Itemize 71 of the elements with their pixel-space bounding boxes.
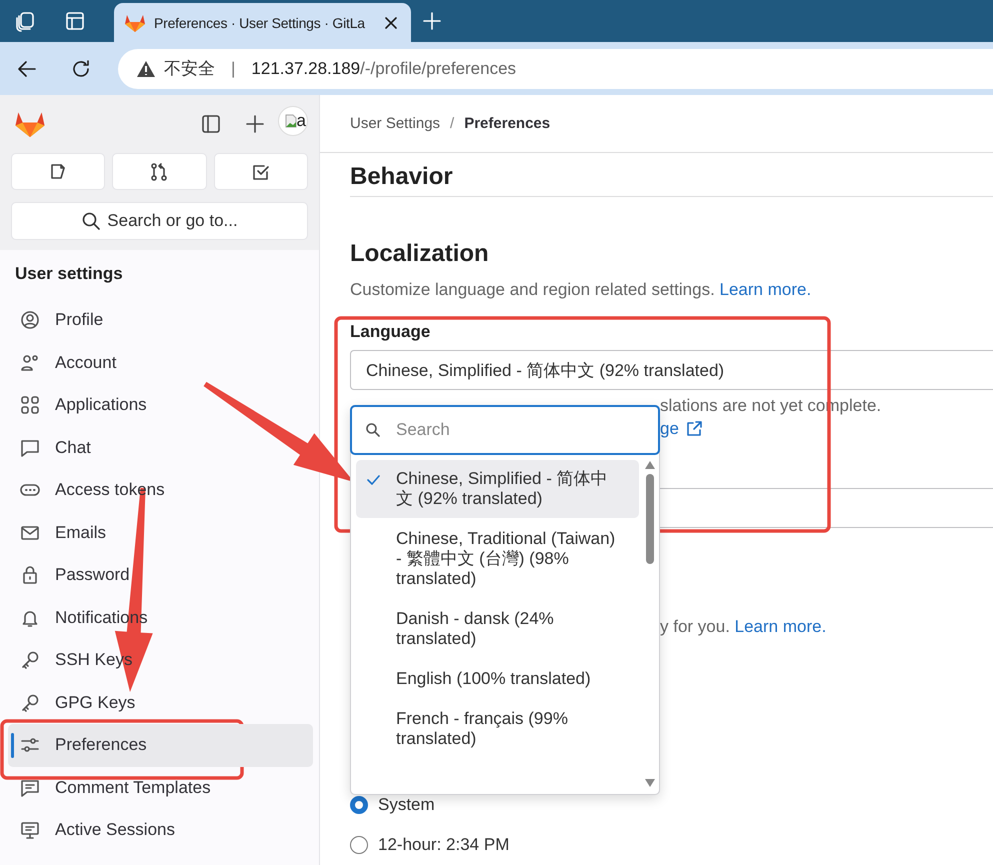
security-label: 不安全 xyxy=(164,58,215,80)
nav-item[interactable]: Preferences xyxy=(8,724,313,766)
nav-item[interactable]: Active Sessions xyxy=(8,809,179,852)
comment-icon xyxy=(20,778,40,798)
search-field[interactable]: Search xyxy=(350,405,660,455)
scroll-up-icon[interactable] xyxy=(644,460,656,470)
profile-icon xyxy=(20,310,40,330)
section-heading: Localization xyxy=(350,240,490,268)
external-link-icon xyxy=(684,420,703,438)
language-select[interactable]: Chinese, Simplified - 简体中文 (92% translated) xyxy=(350,350,993,390)
field-label: Language xyxy=(350,322,432,342)
search-icon xyxy=(81,211,102,231)
nav-item[interactable]: GPG Keys xyxy=(8,682,140,724)
plus-icon xyxy=(421,10,443,32)
nav-item[interactable]: Emails xyxy=(8,512,110,554)
broken-image-icon xyxy=(284,114,297,128)
tabs-icon xyxy=(14,10,36,32)
chat-icon xyxy=(20,438,40,458)
check-icon xyxy=(366,473,380,487)
nav-item[interactable]: Comment Templates xyxy=(8,766,215,809)
nav-item[interactable]: Account xyxy=(8,342,120,384)
radio-label: 12-hour: 2:34 PM xyxy=(378,835,510,855)
help-text: y for you. Learn more. xyxy=(660,617,828,637)
user-gear-icon xyxy=(20,352,40,373)
nav-item[interactable]: Chat xyxy=(8,426,95,469)
search-icon xyxy=(365,422,381,438)
nav-item[interactable]: Password xyxy=(8,554,134,596)
monitor-icon xyxy=(20,820,40,840)
tab-title: Preferences · User Settings · GitLa xyxy=(154,14,365,30)
dropdown-option[interactable]: English (100% translated) xyxy=(356,660,639,698)
close-icon xyxy=(383,14,399,30)
scroll-down-icon[interactable] xyxy=(644,778,656,788)
key-icon xyxy=(20,650,40,670)
avatar[interactable]: a xyxy=(278,106,308,136)
browser-tab[interactable]: Preferences · User Settings · GitLa xyxy=(114,3,411,42)
breadcrumb-link[interactable]: Preferences xyxy=(464,115,550,132)
warning-icon xyxy=(136,60,156,78)
search-button[interactable]: Search or go to... xyxy=(11,202,308,240)
window-icon xyxy=(64,10,86,32)
merge-request-icon xyxy=(149,162,170,182)
dropdown-option[interactable]: French - français (99% translated) xyxy=(356,700,639,758)
nav-item[interactable]: Access tokens xyxy=(8,469,169,512)
breadcrumb-separator: / xyxy=(450,115,454,132)
address-bar[interactable]: 不安全 | 121.37.28.189/-/profile/preferences xyxy=(118,48,993,88)
todo-button[interactable] xyxy=(214,153,308,190)
merge-requests-button[interactable] xyxy=(112,153,207,190)
separator: | xyxy=(231,58,236,78)
key-icon xyxy=(20,692,40,713)
url-text: 121.37.28.189/-/profile/preferences xyxy=(251,58,516,78)
dropdown-option[interactable]: Danish - dansk (24% translated) xyxy=(356,600,639,658)
section-heading: Behavior xyxy=(350,162,453,190)
issues-button[interactable] xyxy=(11,153,106,190)
fox-icon xyxy=(124,12,146,32)
nav-item[interactable]: Profile xyxy=(8,299,108,342)
learn-more-link[interactable]: Learn more. xyxy=(720,280,812,299)
learn-more-link[interactable]: Learn more. xyxy=(734,617,826,636)
scrollbar-thumb[interactable] xyxy=(646,474,654,564)
dropdown-option[interactable]: Chinese, Traditional (Taiwan) - 繁體中文 (台灣) (98% translated) xyxy=(356,520,639,598)
section-title: User settings xyxy=(14,263,124,285)
radio-button[interactable] xyxy=(350,836,368,854)
radio-label: System xyxy=(378,795,435,815)
nav-item[interactable]: Applications xyxy=(8,384,151,426)
dropdown-option[interactable]: Chinese, Simplified - 简体中文 (92% translated) xyxy=(356,460,639,518)
plus-icon xyxy=(244,113,266,135)
section-description: Customize language and region related settings. Learn more. xyxy=(350,280,812,300)
help-link[interactable]: ge xyxy=(660,417,679,440)
sidebar-toggle-icon xyxy=(200,113,222,135)
lock-icon xyxy=(20,565,40,586)
grid-icon xyxy=(20,395,40,416)
breadcrumb-link[interactable]: User Settings xyxy=(350,115,440,132)
select-field[interactable] xyxy=(660,488,993,528)
